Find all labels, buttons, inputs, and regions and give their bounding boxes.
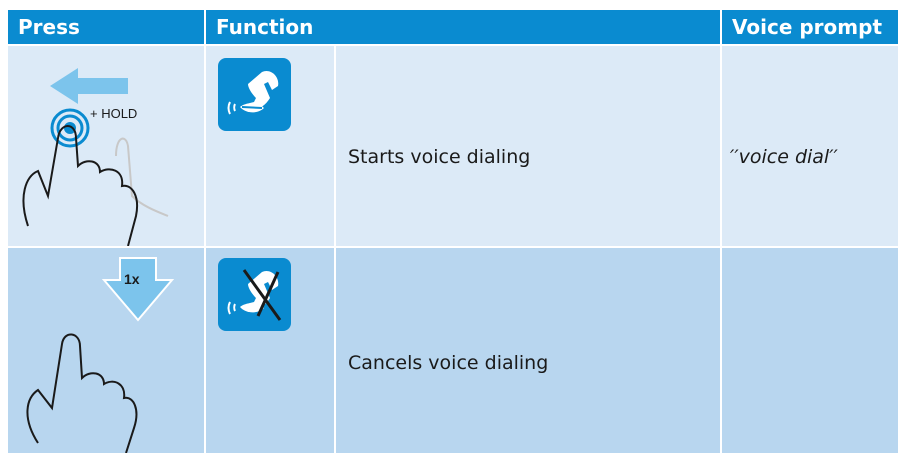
instruction-table: Press Function Voice prompt + HOLD Start… — [8, 10, 898, 453]
row2-function-text: Cancels voice dialing — [348, 352, 549, 374]
tap-once-gesture-icon: 1x — [26, 257, 175, 453]
header-function: Function — [206, 10, 720, 44]
svg-text:+ HOLD: + HOLD — [90, 106, 137, 121]
header-press: Press — [8, 10, 204, 44]
row1-icon-cell — [206, 46, 334, 246]
cancel-voice-dial-icon — [218, 258, 291, 331]
row2-press-cell: 1x — [8, 248, 204, 453]
row1-function-text: Starts voice dialing — [348, 146, 531, 168]
row1-voice-prompt: ′′voice dial′′ — [730, 146, 838, 168]
voice-dial-icon — [218, 58, 291, 131]
row1-prompt-cell: ′′voice dial′′ — [722, 46, 898, 246]
row1-function-cell: Starts voice dialing — [336, 46, 720, 246]
tap-hold-gesture-icon: + HOLD — [22, 68, 169, 246]
header-voice-prompt: Voice prompt — [722, 10, 898, 44]
row2-function-cell: Cancels voice dialing — [336, 248, 720, 453]
row2-prompt-cell — [722, 248, 898, 453]
svg-text:1x: 1x — [124, 271, 140, 287]
row2-icon-cell — [206, 248, 334, 453]
row1-press-cell: + HOLD — [8, 46, 204, 246]
